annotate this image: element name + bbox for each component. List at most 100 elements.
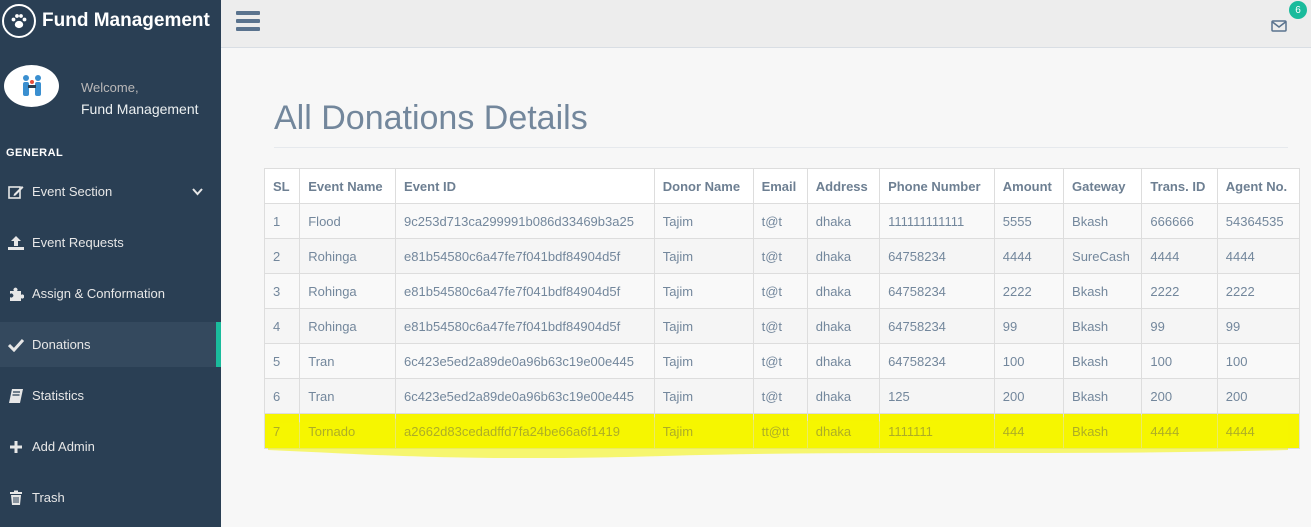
table-cell: 4444	[1141, 413, 1218, 449]
mail-notifications[interactable]	[1271, 12, 1287, 39]
sidebar-item-donations[interactable]: Donations	[0, 322, 221, 367]
sidebar-item-label: Statistics	[32, 388, 85, 403]
table-cell: Tajim	[653, 378, 754, 414]
table-cell: Bkash	[1063, 273, 1143, 309]
table-cell: 2222	[993, 273, 1065, 309]
column-header: Trans. ID	[1141, 168, 1218, 204]
table-cell: t@t	[752, 203, 808, 239]
column-header: Event Name	[299, 168, 397, 204]
table-cell: Tajim	[653, 343, 754, 379]
table-cell: Rohinga	[299, 238, 397, 274]
table-cell: Tajim	[653, 413, 754, 449]
column-header: Donor Name	[653, 168, 754, 204]
table-cell: dhaka	[806, 203, 881, 239]
column-header: SL	[263, 168, 301, 204]
table-cell: Flood	[299, 203, 397, 239]
column-header: Agent No.	[1216, 168, 1301, 204]
table-cell: 6c423e5ed2a89de0a96b63c19e00e445	[395, 378, 655, 414]
title-divider	[274, 147, 1288, 148]
sidebar-item-statistics[interactable]: Statistics	[0, 370, 221, 421]
table-cell: dhaka	[806, 378, 881, 414]
column-header: Phone Number	[879, 168, 995, 204]
table-cell: 64758234	[879, 308, 995, 344]
column-header: Email	[752, 168, 808, 204]
brand-title: Fund Management	[42, 10, 210, 31]
book-icon	[6, 388, 26, 404]
table-cell: 100	[993, 343, 1065, 379]
table-cell: 200	[1141, 378, 1218, 414]
table-row: 5 Tran 6c423e5ed2a89de0a96b63c19e00e445 …	[263, 343, 1301, 379]
table-cell: Tran	[299, 343, 397, 379]
puzzle-icon	[6, 286, 26, 302]
table-cell: tt@tt	[752, 413, 808, 449]
table-cell: 5555	[993, 203, 1065, 239]
sidebar-item-trash[interactable]: Trash	[0, 472, 221, 523]
table-cell: Bkash	[1063, 203, 1143, 239]
sidebar-item-event-section[interactable]: Event Section	[0, 166, 221, 217]
table-cell: 1111111	[879, 413, 995, 449]
table-cell: t@t	[752, 308, 808, 344]
table-cell: Tajim	[653, 308, 754, 344]
paw-icon	[2, 4, 36, 38]
table-row: 4 Rohinga e81b54580c6a47fe7f041bdf84904d…	[263, 308, 1301, 344]
table-cell: dhaka	[806, 273, 881, 309]
table-cell: 125	[879, 378, 995, 414]
table-cell: 4444	[1141, 238, 1218, 274]
table-cell: t@t	[752, 273, 808, 309]
table-cell: 4444	[1216, 413, 1301, 449]
table-cell: 1	[263, 203, 301, 239]
column-header: Address	[806, 168, 881, 204]
table-cell: t@t	[752, 343, 808, 379]
table-cell: 64758234	[879, 238, 995, 274]
sidebar: Fund Management Welcome, Fund Management…	[0, 0, 221, 527]
welcome-text: Welcome,	[81, 80, 139, 95]
table-cell: 4	[263, 308, 301, 344]
sidebar-item-add-admin[interactable]: Add Admin	[0, 421, 221, 472]
sidebar-item-event-requests[interactable]: Event Requests	[0, 217, 221, 268]
table-cell: dhaka	[806, 308, 881, 344]
sidebar-menu: Event Section Event Requests Assign & Co…	[0, 166, 221, 523]
table-cell: dhaka	[806, 238, 881, 274]
table-cell: Bkash	[1063, 343, 1143, 379]
table-cell: 54364535	[1216, 203, 1301, 239]
table-cell: t@t	[752, 238, 808, 274]
table-row-highlighted: 7 Tornado a2662d83cedadffd7fa24be66a6f14…	[263, 413, 1301, 449]
sidebar-item-label: Assign & Conformation	[32, 286, 165, 301]
table-cell: 4444	[1216, 238, 1301, 274]
table-cell: Bkash	[1063, 308, 1143, 344]
table-cell: 4444	[993, 238, 1065, 274]
table-cell: Tajim	[653, 203, 754, 239]
menu-toggle-icon[interactable]	[236, 11, 260, 35]
menu-section-title: GENERAL	[6, 147, 64, 159]
table-cell: dhaka	[806, 413, 881, 449]
table-cell: e81b54580c6a47fe7f041bdf84904d5f	[395, 308, 655, 344]
table-cell: 3	[263, 273, 301, 309]
sidebar-item-label: Event Requests	[32, 235, 124, 250]
topbar: 6	[221, 0, 1311, 48]
sidebar-item-label: Donations	[32, 337, 91, 352]
sidebar-item-label: Trash	[32, 490, 65, 505]
table-cell: Rohinga	[299, 308, 397, 344]
table-cell: Bkash	[1063, 413, 1143, 449]
table-cell: Rohinga	[299, 273, 397, 309]
sidebar-item-assign-conformation[interactable]: Assign & Conformation	[0, 268, 221, 319]
avatar	[4, 65, 59, 107]
table-cell: 7	[263, 413, 301, 449]
table-cell: 64758234	[879, 343, 995, 379]
table-cell: e81b54580c6a47fe7f041bdf84904d5f	[395, 273, 655, 309]
page-title: All Donations Details	[274, 99, 588, 137]
table-cell: e81b54580c6a47fe7f041bdf84904d5f	[395, 238, 655, 274]
column-header: Gateway	[1063, 168, 1143, 204]
table-cell: 200	[1216, 378, 1301, 414]
envelope-icon	[1271, 20, 1287, 32]
table-cell: Bkash	[1063, 378, 1143, 414]
brand[interactable]: Fund Management	[0, 0, 221, 42]
table-cell: 9c253d713ca299991b086d33469b3a25	[395, 203, 655, 239]
profile: Welcome, Fund Management	[4, 65, 199, 117]
table-cell: 99	[993, 308, 1065, 344]
profile-name: Fund Management	[81, 101, 199, 117]
table-cell: 64758234	[879, 273, 995, 309]
column-header: Amount	[993, 168, 1065, 204]
upload-icon	[6, 235, 26, 251]
table-cell: 99	[1141, 308, 1218, 344]
